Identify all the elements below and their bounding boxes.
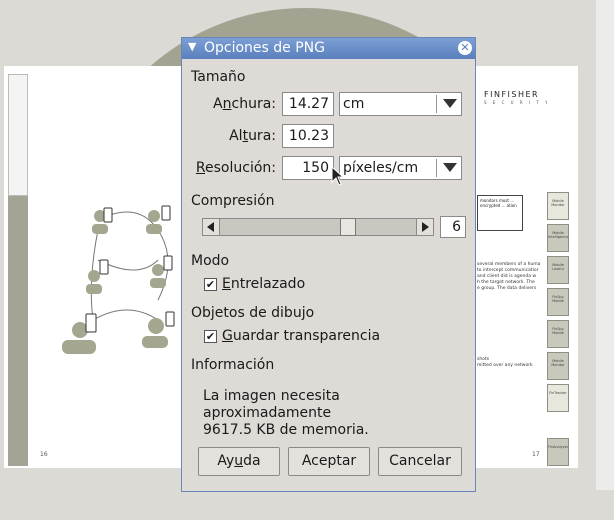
compression-slider[interactable] [202,218,434,236]
resolution-unit-value: píxeles/cm [343,160,419,176]
window-menu-icon[interactable]: ▼ [188,40,196,53]
side-tab: FinSpy Mobile [547,320,569,348]
mouse-cursor-icon [331,165,345,190]
height-input[interactable]: 10.23 [282,124,334,148]
info-section-heading: Información [191,357,275,373]
mode-section-heading: Modo [191,253,230,269]
side-tab: Mobile Monitor [547,192,569,220]
width-unit-select[interactable]: cm [339,92,462,116]
interlace-checkbox-row[interactable]: ✔ Entrelazado [204,276,305,292]
chevron-down-icon [443,163,457,172]
chevron-down-icon [443,99,457,108]
body-text: several members of a huma to intercept c… [477,262,541,291]
interlace-label: Entrelazado [222,276,306,292]
width-unit-value: cm [343,96,365,112]
page-spine-left [8,74,28,466]
side-tab: FinTracker [547,384,569,412]
arrow-left-icon [207,222,214,232]
dialog-title: Opciones de PNG [204,40,326,56]
callout-box: monitors most ... encrypted ... ation [477,195,523,231]
slider-left-button[interactable] [203,219,220,235]
resolution-label: Resolución: [195,160,276,176]
compression-section-heading: Compresión [191,193,275,209]
ok-button[interactable]: Aceptar [288,447,370,476]
side-tab: Mobile Intelligence [547,224,569,252]
page-number-left: 16 [40,451,48,458]
slider-right-button[interactable] [416,219,433,235]
transparency-label: Guardar transparencia [222,328,381,344]
height-label: Altura: [229,128,276,144]
brand-logo-text: FINFISHER [484,90,540,99]
page-number-right: 17 [532,451,540,458]
side-tab-strip: Mobile Monitor Mobile Intelligence Mobil… [547,74,571,466]
size-section-heading: Tamaño [191,69,246,85]
transparency-checkbox-row[interactable]: ✔ Guardar transparencia [204,328,380,344]
arrow-right-icon [422,222,429,232]
cancel-button[interactable]: Cancelar [378,447,462,476]
png-options-dialog: ▼ Opciones de PNG ✕ Tamaño Anchura: 14.2… [181,37,476,492]
dialog-titlebar[interactable]: ▼ Opciones de PNG ✕ [182,38,475,59]
brand-subtitle: S E C U R I T Y [484,100,551,105]
width-input[interactable]: 14.27 [282,92,334,116]
help-button[interactable]: Ayuda [198,447,280,476]
memory-info-text: La imagen necesita aproximadamente 9617.… [203,388,369,438]
page-spine-stub [8,74,28,196]
transparency-checkbox[interactable]: ✔ [204,329,217,343]
resolution-input[interactable]: 150 [282,156,334,180]
side-tab: Mobile Lawful [547,256,569,284]
close-icon[interactable]: ✕ [458,41,472,55]
interlace-checkbox[interactable]: ✔ [204,277,217,291]
side-tab: Mobile Monitor [547,352,569,380]
small-text: shots mitted over any network [477,357,533,368]
drawing-objects-section-heading: Objetos de dibujo [191,305,315,321]
resolution-unit-select[interactable]: píxeles/cm [339,156,462,180]
side-tab: FinAnalyzer [547,438,569,466]
side-tab: FinSpy Mobile [547,288,569,316]
width-label: Anchura: [213,96,276,112]
compression-value[interactable]: 6 [440,216,466,238]
slider-thumb[interactable] [340,218,356,236]
window-edge-right [596,0,614,490]
